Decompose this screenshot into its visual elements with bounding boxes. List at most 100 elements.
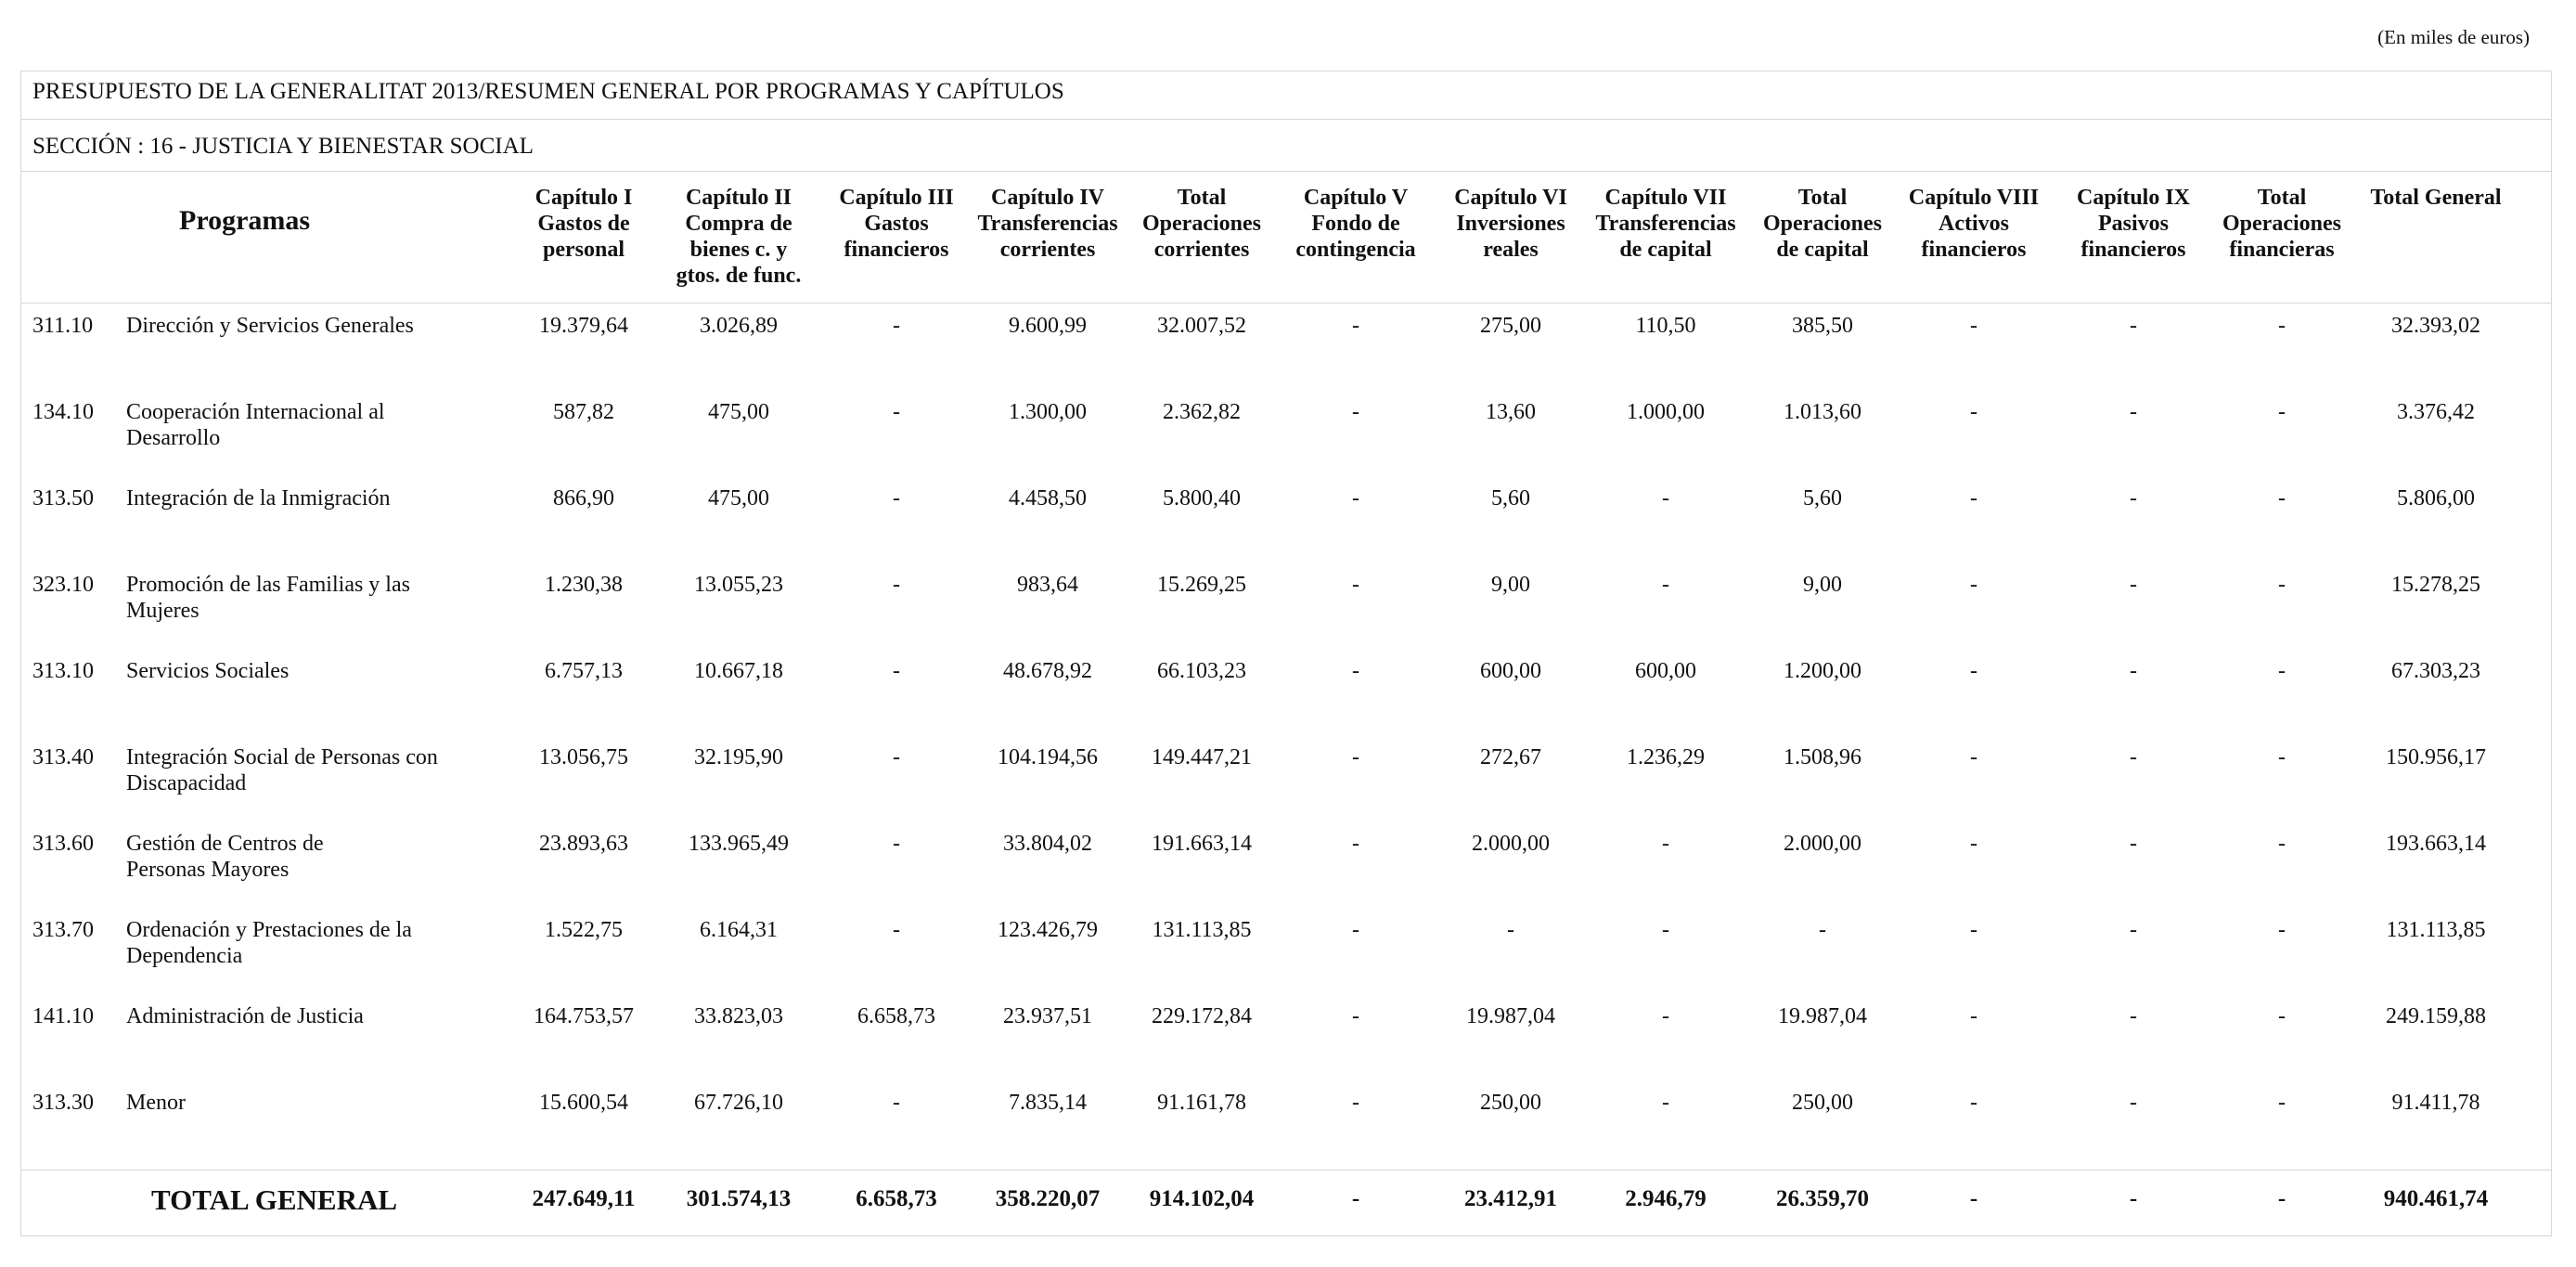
total-cell: 23.412,91	[1464, 1186, 1557, 1211]
table-row: 313.40 Integración Social de Personas con…	[21, 735, 2551, 821]
table-cell: 6.658,73	[857, 1004, 935, 1028]
table-cell: 91.161,78	[1157, 1091, 1246, 1115]
table-cell: -	[2130, 486, 2137, 511]
table-cell: 32.195,90	[694, 745, 783, 769]
table-cell: 275,00	[1480, 314, 1541, 338]
table-cell: -	[893, 314, 900, 338]
table-cell: -	[2278, 1004, 2286, 1028]
table-cell: 23.937,51	[1003, 1004, 1092, 1028]
program-name: Servicios Sociales	[126, 659, 290, 683]
table-row: 313.30 Menor 15.600,54 67.726,10 - 7.835,14 91…	[21, 1080, 2551, 1167]
table-cell: 2.000,00	[1472, 832, 1550, 856]
total-cell: -	[2129, 1186, 2138, 1211]
column-header: Total Operaciones financieras	[2222, 186, 2341, 262]
table-cell: 131.113,85	[2386, 918, 2486, 942]
program-code: 313.40	[32, 745, 94, 769]
table-cell: 191.663,14	[1152, 832, 1252, 856]
table-cell: 1.508,96	[1784, 745, 1861, 769]
table-cell: -	[893, 400, 900, 424]
table-cell: 2.362,82	[1163, 400, 1241, 424]
table-cell: -	[2278, 573, 2286, 597]
table-header: Programas Capítulo I Gastos de personal C…	[21, 172, 2551, 304]
program-name: Administración de Justicia	[126, 1004, 364, 1028]
section-label: SECCIÓN : 16 - JUSTICIA Y BIENESTAR SOCI…	[21, 120, 2551, 172]
program-code: 323.10	[32, 573, 94, 597]
table-cell: 600,00	[1480, 659, 1541, 683]
table-cell: 6.164,31	[700, 918, 778, 942]
total-cell: 940.461,74	[2383, 1186, 2489, 1211]
table-cell: -	[2278, 659, 2286, 683]
table-cell: 66.103,23	[1157, 659, 1246, 683]
programas-header: Programas	[179, 205, 311, 236]
table-cell: -	[893, 486, 900, 511]
column-header: Total General	[2370, 186, 2502, 210]
total-cell: 301.574,13	[686, 1186, 792, 1211]
table-cell: 48.678,92	[1003, 659, 1092, 683]
total-cell: -	[1969, 1186, 1978, 1211]
table-cell: -	[893, 659, 900, 683]
program-name: Ordenación y Prestaciones de la Dependen…	[126, 918, 412, 968]
table-cell: 5.806,00	[2397, 486, 2475, 511]
table-cell: 983,64	[1017, 573, 1078, 597]
table-row: 313.70 Ordenación y Prestaciones de la De…	[21, 908, 2551, 994]
table-cell: -	[893, 745, 900, 769]
table-row: 134.10 Cooperación Internacional al Desar…	[21, 390, 2551, 476]
table-cell: 4.458,50	[1009, 486, 1087, 511]
column-header: Total Operaciones de capital	[1763, 186, 1882, 262]
table-cell: 19.987,04	[1466, 1004, 1555, 1028]
table-cell: -	[1662, 832, 1669, 856]
table-cell: 866,90	[553, 486, 614, 511]
table-cell: 123.426,79	[998, 918, 1098, 942]
table-cell: -	[2278, 918, 2286, 942]
table-cell: 19.379,64	[539, 314, 628, 338]
table-cell: 475,00	[708, 400, 769, 424]
table-cell: 193.663,14	[2386, 832, 2486, 856]
column-header: Capítulo IX Pasivos financieros	[2076, 186, 2191, 262]
table-cell: 2.000,00	[1784, 832, 1861, 856]
budget-table: PRESUPUESTO DE LA GENERALITAT 2013/RESUM…	[20, 71, 2552, 1236]
table-cell: -	[1970, 400, 1977, 424]
table-cell: -	[893, 573, 900, 597]
table-cell: 15.600,54	[539, 1091, 628, 1115]
table-cell: 385,50	[1792, 314, 1853, 338]
table-cell: -	[2130, 314, 2137, 338]
table-cell: 10.667,18	[694, 659, 783, 683]
table-cell: 164.753,57	[534, 1004, 634, 1028]
table-cell: -	[1352, 745, 1359, 769]
table-cell: 600,00	[1635, 659, 1696, 683]
table-cell: -	[1507, 918, 1514, 942]
table-cell: -	[1970, 486, 1977, 511]
program-code: 313.10	[32, 659, 94, 683]
total-cell: 247.649,11	[532, 1186, 636, 1211]
total-row: TOTAL GENERAL 247.649,11 301.574,13 6.658,…	[21, 1170, 2551, 1236]
table-cell: 32.007,52	[1157, 314, 1246, 338]
table-cell: 15.269,25	[1157, 573, 1246, 597]
table-cell: -	[2130, 1004, 2137, 1028]
table-cell: 133.965,49	[689, 832, 789, 856]
total-cell: 914.102,04	[1149, 1186, 1255, 1211]
program-name: Integración Social de Personas con Disca…	[126, 745, 438, 795]
table-cell: -	[2130, 400, 2137, 424]
total-cell: 358.220,07	[995, 1186, 1101, 1211]
table-cell: -	[893, 1091, 900, 1115]
table-cell: 5,60	[1803, 486, 1842, 511]
table-cell: 33.804,02	[1003, 832, 1092, 856]
program-code: 313.50	[32, 486, 94, 511]
total-cell: -	[1351, 1186, 1360, 1211]
table-cell: -	[2130, 832, 2137, 856]
table-cell: 131.113,85	[1152, 918, 1252, 942]
table-cell: 1.230,38	[545, 573, 623, 597]
table-cell: -	[1662, 573, 1669, 597]
column-header: Capítulo VIII Activos financieros	[1908, 186, 2040, 262]
table-cell: -	[1970, 1004, 1977, 1028]
table-cell: -	[2278, 1091, 2286, 1115]
table-cell: -	[1970, 314, 1977, 338]
table-row: 313.50 Integración de la Inmigración 866,9…	[21, 476, 2551, 562]
table-cell: 5.800,40	[1163, 486, 1241, 511]
table-cell: -	[1970, 573, 1977, 597]
table-cell: 250,00	[1792, 1091, 1853, 1115]
table-cell: -	[1352, 314, 1359, 338]
table-cell: 6.757,13	[545, 659, 623, 683]
table-cell: -	[2278, 486, 2286, 511]
table-cell: 3.026,89	[700, 314, 778, 338]
